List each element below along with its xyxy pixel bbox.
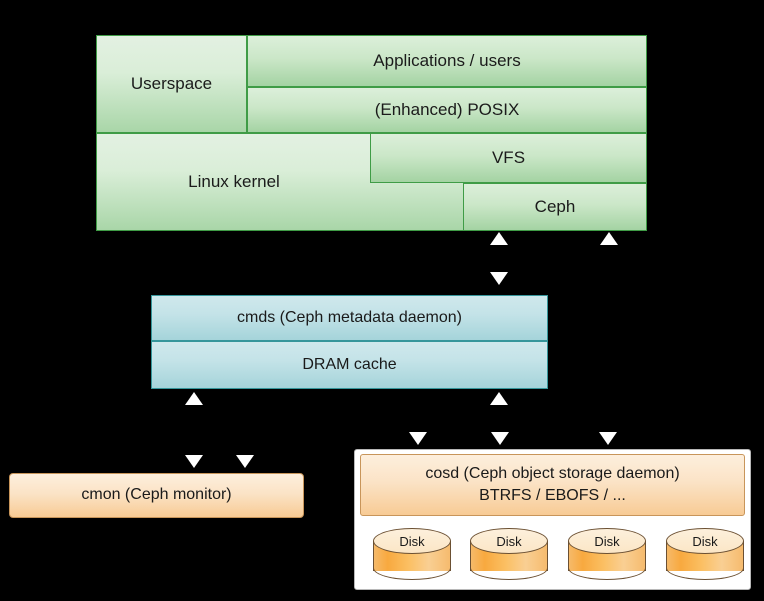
disk-top-ellipse: Disk — [568, 528, 646, 554]
disk-top-ellipse: Disk — [470, 528, 548, 554]
userspace-box: Userspace — [96, 35, 247, 133]
disk-label: Disk — [692, 533, 718, 549]
arrow-down-to-cmon-left — [185, 455, 203, 468]
arrow-down-to-cosd-mid — [491, 432, 509, 445]
userspace-label: Userspace — [130, 74, 213, 94]
arrow-up-cmds-left — [185, 392, 203, 405]
disk-bottom-edge — [373, 556, 451, 580]
disk-label: Disk — [594, 533, 620, 549]
disk-top-ellipse: Disk — [666, 528, 744, 554]
arrow-down-to-cmon-right — [236, 455, 254, 468]
disk-0: Disk — [373, 528, 451, 580]
arrow-up-cmds-right — [490, 392, 508, 405]
posix-label: (Enhanced) POSIX — [374, 100, 520, 120]
arrow-up-ceph-right — [600, 232, 618, 245]
disk-bottom-edge — [568, 556, 646, 580]
applications-box: Applications / users — [247, 35, 647, 87]
disk-bottom-edge — [666, 556, 744, 580]
disk-1: Disk — [470, 528, 548, 580]
vfs-label: VFS — [491, 148, 526, 168]
applications-label: Applications / users — [373, 51, 521, 71]
disk-label: Disk — [496, 533, 522, 549]
cosd-daemon-label: cosd (Ceph object storage daemon) — [425, 464, 680, 482]
cosd-filesystem-label: BTRFS / EBOFS / ... — [479, 487, 626, 504]
linux-kernel-label: Linux kernel — [188, 172, 280, 192]
disk-bottom-edge — [470, 556, 548, 580]
cmds-group: cmds (Ceph metadata daemon) DRAM cache — [151, 295, 548, 389]
cosd-daemon-box: cosd (Ceph object storage daemon) BTRFS … — [360, 454, 745, 516]
cmds-daemon-label: cmds (Ceph metadata daemon) — [237, 308, 462, 326]
arrow-up-ceph-left — [490, 232, 508, 245]
arrow-down-to-cosd-right — [599, 432, 617, 445]
dram-cache-label: DRAM cache — [302, 355, 397, 373]
cmon-label: cmon (Ceph monitor) — [81, 486, 232, 504]
ceph-label: Ceph — [534, 197, 576, 217]
vfs-box: VFS — [370, 133, 647, 183]
disk-3: Disk — [666, 528, 744, 580]
dram-cache-box: DRAM cache — [151, 341, 548, 389]
arrow-down-to-cmds — [490, 272, 508, 285]
disk-2: Disk — [568, 528, 646, 580]
ceph-kernel-box: Ceph — [463, 183, 647, 231]
diagram-canvas: Userspace Applications / users (Enhanced… — [0, 0, 764, 601]
cmon-box: cmon (Ceph monitor) — [9, 473, 304, 518]
arrow-down-to-cosd-left — [409, 432, 427, 445]
disk-label: Disk — [399, 533, 425, 549]
kernel-userspace-group: Userspace Applications / users (Enhanced… — [96, 35, 647, 231]
disk-top-ellipse: Disk — [373, 528, 451, 554]
cmds-daemon-box: cmds (Ceph metadata daemon) — [151, 295, 548, 341]
posix-box: (Enhanced) POSIX — [247, 87, 647, 133]
cosd-panel: cosd (Ceph object storage daemon) BTRFS … — [354, 449, 751, 590]
